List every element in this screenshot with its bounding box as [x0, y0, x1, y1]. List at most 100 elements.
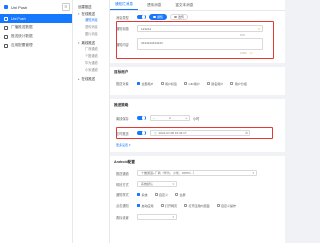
nav2-link-huawei[interactable]: 华为通道 [73, 59, 109, 66]
style-system[interactable]: 系统 [137, 193, 148, 197]
target-alias[interactable]: 别名用户 [206, 82, 223, 86]
section-android: Android配置 [114, 160, 135, 164]
sidebar-item-config[interactable]: 应用配置管理 [0, 41, 72, 50]
style-label: 通知样式 [116, 193, 129, 197]
app-root: Uni Push ≡ Uni Push 广播推送数据 推送统计数据 应用配置管理… [0, 0, 285, 243]
style-fullscreen[interactable]: 全屏 [175, 193, 186, 197]
badge-select[interactable]: ▾ [137, 214, 177, 220]
clear-icon[interactable]: ⊗ [245, 131, 248, 135]
content-input[interactable]: 3434343434343 [137, 38, 263, 50]
sidebar-item-stats[interactable]: 推送统计数据 [0, 32, 72, 41]
radio-icon [184, 204, 188, 207]
message-type-notify[interactable]: 通知 [149, 14, 168, 20]
target-label: 推送对象 [116, 82, 129, 86]
radio-icon [184, 82, 188, 85]
nav2-link-transparent[interactable]: 透传消息 [73, 23, 109, 30]
sidebar: Uni Push ≡ Uni Push 广播推送数据 推送统计数据 应用配置管理 [0, 0, 73, 243]
radio-dot-icon [174, 15, 177, 19]
main-form: 消息类型 通知 透传 通知标题 123212 ☺ 6/50 通知内容 34343… [110, 11, 285, 243]
secondary-nav: 创建推送 ▾ 在线推送 通知消息 透传消息 图片消息 ▾ 离线推送 厂商通道 个… [73, 0, 110, 243]
sound-select[interactable]: 系统默认 ▾ [137, 181, 177, 187]
collapse-sidebar-button[interactable]: ≡ [62, 3, 70, 11]
title-label: 通知标题 [116, 27, 129, 31]
tab-notification[interactable]: 通知栏消息 [110, 2, 138, 10]
content-label: 通知内容 [116, 42, 129, 47]
message-type-label: 消息类型 [116, 15, 129, 20]
section-divider [110, 95, 285, 99]
nav2-group-online[interactable]: ▾ 在线推送 [73, 8, 109, 17]
radio-icon [137, 82, 140, 85]
offline-toggle[interactable] [137, 115, 146, 121]
target-cid[interactable]: CID用户 [184, 82, 200, 86]
nav2-link-vendor[interactable]: 厂商通道 [73, 45, 109, 52]
emoji-icon[interactable]: ☺ [250, 51, 254, 55]
chevron-down-icon[interactable]: ▾ [129, 143, 131, 147]
radio-icon [137, 193, 140, 196]
sound-row: 响铃方式 系统默认 ▾ [116, 181, 177, 187]
channel-select[interactable]: 个推通道+厂商（华为、小米、OPPO...） ▾ [137, 170, 257, 176]
nav2-group-online-2[interactable]: ▸ 在线推送 [73, 73, 109, 82]
click-open-web[interactable]: 打开网页 [160, 204, 177, 208]
more-settings-link[interactable]: 更多设置 [116, 143, 128, 147]
style-options: 系统 自定义 全屏 [137, 193, 193, 197]
emoji-icon[interactable]: ☺ [257, 27, 261, 31]
timed-input[interactable]: ◷ 2021-07-08 16:34:17 ⊗ [150, 130, 250, 136]
chart-icon [4, 34, 8, 39]
sidebar-item-broadcast[interactable]: 广播推送数据 [0, 23, 72, 32]
section-target: 目标用户 [114, 70, 129, 74]
push-icon [4, 16, 8, 21]
nav2-link-image[interactable]: 图片消息 [73, 30, 109, 37]
plus-icon[interactable]: + [183, 116, 189, 120]
title-row: 通知标题 123212 ☺ [116, 25, 266, 32]
settings-icon [4, 43, 8, 48]
content-row: 通知内容 3434343434343 [116, 38, 266, 50]
radio-icon [216, 204, 220, 207]
nav2-link-notify[interactable]: 通知消息 [73, 16, 109, 23]
timed-toggle[interactable] [137, 130, 146, 136]
radio-icon [206, 82, 210, 85]
title-input[interactable]: 123212 ☺ [137, 25, 263, 32]
style-custom[interactable]: 自定义 [154, 193, 168, 197]
radio-icon [137, 204, 140, 207]
nav2-link-xiaomi[interactable]: 小米通道 [73, 66, 109, 73]
caret-down-icon: ▾ [78, 40, 80, 45]
section-divider [110, 63, 285, 67]
app-logo-icon [4, 5, 8, 9]
click-open-page[interactable]: 打开应用内页面 [184, 204, 210, 208]
title-counter: 6/50 [240, 34, 246, 37]
tab-strip: 通知栏消息 透传消息 富文本消息 [110, 0, 285, 11]
radio-icon [230, 82, 234, 85]
chevron-down-icon: ▾ [172, 182, 174, 186]
target-group[interactable]: 用户分组 [230, 82, 247, 86]
message-type-row: 消息类型 通知 透传 [116, 14, 189, 20]
badge-row: 角标设置 ▾ [116, 214, 177, 220]
target-tag[interactable]: 用户标签 [160, 82, 177, 86]
channel-label: 推送通道 [116, 171, 129, 176]
content-counter: 13/50 ☺ [240, 51, 254, 55]
radio-icon [160, 82, 164, 85]
nav2-group-offline[interactable]: ▾ 离线推送 [73, 37, 109, 46]
target-options: 全部用户 用户标签 CID用户 别名用户 用户分组 [137, 82, 254, 86]
tab-transparent[interactable]: 透传消息 [142, 3, 166, 10]
click-options: 启动应用 打开网页 打开应用内页面 自定义操作 [137, 204, 243, 208]
section-divider [110, 152, 285, 156]
radio-icon [175, 193, 179, 196]
broadcast-icon [4, 25, 8, 30]
target-all[interactable]: 全部用户 [137, 82, 154, 86]
offline-row: 离线保存 − 2 + 小时 [116, 115, 200, 121]
nav2-title: 创建推送 [78, 4, 92, 9]
offline-label: 离线保存 [116, 116, 129, 121]
sidebar-item-uni-push[interactable]: Uni Push [0, 14, 72, 23]
click-row: 点击通知 启动应用 打开网页 打开应用内页面 自定义操作 [116, 203, 243, 209]
chevron-down-icon: ▾ [252, 171, 254, 175]
tab-richtext[interactable]: 富文本消息 [170, 3, 198, 10]
click-open-app[interactable]: 启动应用 [137, 204, 154, 208]
section-strategy: 推送策略 [114, 103, 129, 107]
offline-stepper[interactable]: − 2 + [150, 115, 190, 121]
click-custom[interactable]: 自定义操作 [216, 204, 236, 208]
message-type-transparent[interactable]: 透传 [170, 14, 189, 20]
nav2-link-getui[interactable]: 个推通道 [73, 52, 109, 59]
radio-icon [160, 204, 164, 207]
message-type-toggle[interactable] [137, 14, 146, 20]
target-row: 推送对象 全部用户 用户标签 CID用户 别名用户 用户分组 [116, 81, 254, 87]
